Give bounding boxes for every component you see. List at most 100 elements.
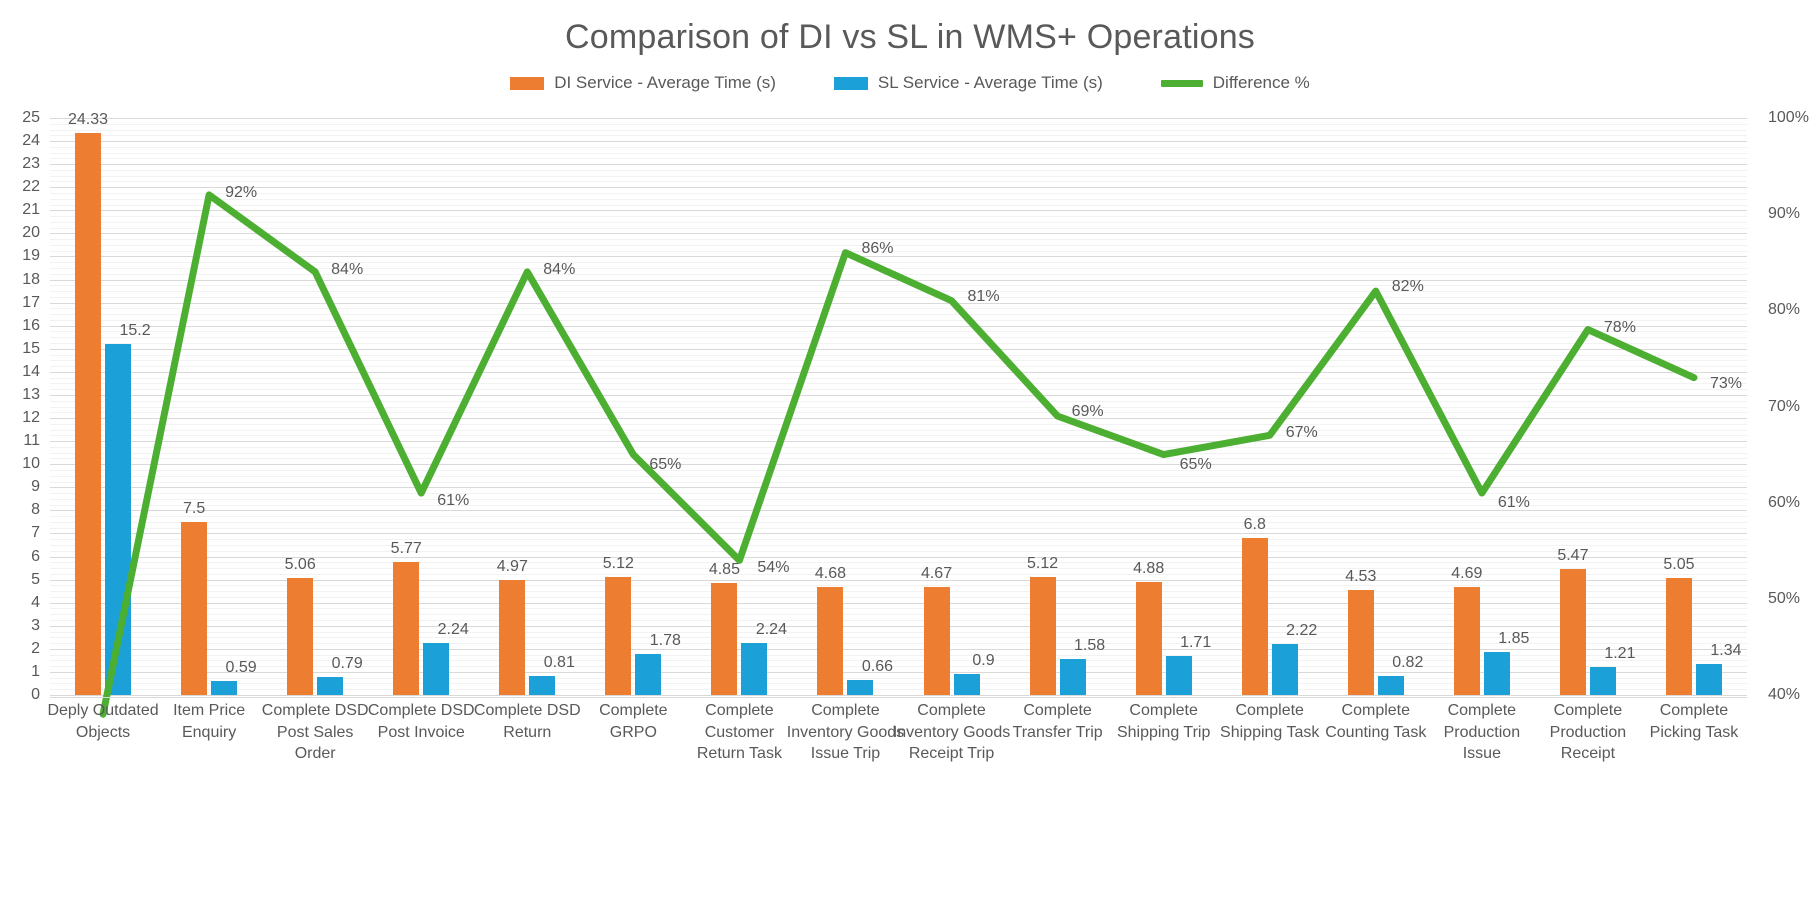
- bar-sl[interactable]: [317, 676, 344, 695]
- y-axis-right-tick: 100%: [1768, 109, 1809, 126]
- bar-di[interactable]: [605, 576, 632, 695]
- bar-value-label-sl: 15.2: [119, 322, 151, 340]
- bar-sl[interactable]: [1377, 676, 1404, 695]
- bar-sl[interactable]: [635, 653, 662, 695]
- y-axis-right-tick: 50%: [1768, 589, 1801, 607]
- legend-item[interactable]: DI Service - Average Time (s): [510, 73, 776, 93]
- bar-di[interactable]: [1347, 590, 1374, 695]
- y-axis-left-tick: 0: [31, 686, 40, 703]
- y-axis-left-tick: 15: [22, 339, 40, 357]
- bar-di[interactable]: [1453, 586, 1480, 695]
- bar-value-label-di: 5.06: [284, 556, 316, 574]
- x-axis-category-label: Complete DSD Post Invoice: [367, 702, 475, 741]
- bar-value-label-sl: 2.22: [1286, 621, 1318, 639]
- bar-di[interactable]: [287, 578, 314, 695]
- bar-di[interactable]: [75, 133, 102, 695]
- legend-line-swatch-icon: [1160, 79, 1203, 87]
- bar-di[interactable]: [393, 561, 420, 695]
- y-axis-left-tick: 18: [22, 270, 40, 288]
- bar-value-label-sl: 1.71: [1180, 633, 1212, 651]
- category-column: [899, 118, 1005, 695]
- bar-sl[interactable]: [1271, 643, 1298, 695]
- bar-di[interactable]: [923, 587, 950, 695]
- x-axis-category-label: Complete GRPO: [599, 702, 668, 741]
- bar-di[interactable]: [711, 583, 738, 695]
- bar-sl[interactable]: [1059, 658, 1086, 695]
- bar-group: [156, 118, 262, 695]
- y-axis-left: 0 1 2 3 4 5 6 7 8 9 10 11 12 13 14 15 16 17 18 19 20 21 22 23 24…: [0, 108, 46, 708]
- bar-group: [1535, 118, 1641, 695]
- y-axis-left-tick: 10: [22, 455, 40, 473]
- y-axis-left-tick: 21: [22, 201, 40, 219]
- legend-bar-swatch-icon: [510, 76, 545, 90]
- y-axis-right-tick: 80%: [1768, 301, 1801, 319]
- y-axis-left-tick: 8: [31, 501, 40, 519]
- category-column: [156, 118, 262, 695]
- plot-frame: 0 1 2 3 4 5 6 7 8 9 10 11 12 13 14 15 16 17 18 19 20 21 22 23 24…: [0, 108, 1820, 718]
- legend-item[interactable]: SL Service - Average Time (s): [833, 73, 1103, 93]
- legend-item[interactable]: Difference %: [1160, 73, 1310, 93]
- y-axis-right: 40% 50% 60% 70% 80% 90% 100%: [1758, 108, 1820, 708]
- bar-value-label-di: 4.68: [814, 564, 847, 582]
- bar-group: [1217, 118, 1323, 695]
- bar-value-label-di: 4.69: [1451, 564, 1483, 582]
- bar-sl[interactable]: [1483, 652, 1510, 695]
- bar-value-label-di: 4.67: [920, 565, 953, 583]
- y-axis-left-tick: 5: [31, 570, 40, 588]
- difference-point-label: 82%: [1391, 278, 1424, 296]
- bar-value-label-sl: 0.81: [543, 654, 575, 672]
- x-axis-category-label: Complete Picking Task: [1649, 702, 1739, 741]
- legend-bar-swatch-icon: [833, 76, 868, 90]
- x-axis-category-label: Complete DSD Return: [473, 702, 581, 741]
- category-column: [792, 118, 898, 695]
- bar-sl[interactable]: [1165, 655, 1192, 695]
- bar-di[interactable]: [1241, 538, 1268, 695]
- bar-value-label-sl: 1.21: [1604, 645, 1636, 663]
- y-axis-left-tick: 12: [22, 409, 40, 427]
- category-column: [1111, 118, 1217, 695]
- difference-point-label: 86%: [861, 239, 894, 257]
- bar-di[interactable]: [817, 587, 844, 695]
- y-axis-left-tick: 19: [22, 247, 40, 265]
- bar-sl[interactable]: [105, 344, 132, 695]
- y-axis-right-tick: 60%: [1768, 493, 1801, 511]
- bar-sl[interactable]: [741, 643, 768, 695]
- bar-di[interactable]: [1029, 576, 1056, 695]
- bar-sl[interactable]: [847, 679, 874, 695]
- bar-di[interactable]: [1559, 568, 1586, 695]
- bar-value-label-di: 5.12: [1027, 554, 1059, 572]
- y-axis-left-tick: 14: [22, 362, 40, 380]
- bar-sl[interactable]: [1589, 667, 1616, 695]
- bar-value-label-di: 6.8: [1243, 516, 1266, 534]
- bar-value-label-di: 4.85: [708, 561, 740, 579]
- difference-point-label: 84%: [331, 260, 364, 278]
- bar-group: [262, 118, 368, 695]
- difference-point-label: 61%: [437, 492, 470, 510]
- bar-di[interactable]: [1135, 582, 1162, 695]
- bar-value-label-di: 5.77: [390, 539, 422, 557]
- bar-value-label-di: 7.5: [182, 499, 206, 517]
- bar-di[interactable]: [499, 580, 526, 695]
- y-axis-left-tick: 25: [22, 109, 40, 126]
- bar-di[interactable]: [181, 521, 208, 695]
- difference-point-label: 69%: [1071, 403, 1104, 421]
- bar-value-label-sl: 2.24: [437, 621, 469, 639]
- y-axis-left-tick: 20: [22, 224, 40, 242]
- y-axis-left-tick: 9: [31, 478, 40, 496]
- difference-point-label: 84%: [543, 260, 576, 278]
- bar-value-label-sl: 0.82: [1392, 654, 1424, 672]
- bar-di[interactable]: [1665, 578, 1692, 695]
- bar-sl[interactable]: [953, 674, 980, 695]
- bar-value-label-sl: 0.59: [225, 659, 257, 677]
- y-axis-left-tick: 22: [22, 178, 40, 196]
- y-axis-left-tick: 6: [31, 547, 40, 565]
- x-axis-category-label: Complete Shipping Trip: [1116, 702, 1211, 741]
- bar-sl[interactable]: [1695, 664, 1722, 695]
- y-axis-right-tick: 40%: [1768, 686, 1801, 703]
- bar-sl[interactable]: [423, 643, 450, 695]
- bar-value-label-di: 5.47: [1557, 546, 1589, 564]
- x-axis-category-label: Complete Inventory Goods Issue Trip: [786, 702, 905, 763]
- bar-sl[interactable]: [211, 681, 238, 695]
- bar-sl[interactable]: [529, 676, 556, 695]
- bar-value-label-di: 4.53: [1345, 568, 1377, 586]
